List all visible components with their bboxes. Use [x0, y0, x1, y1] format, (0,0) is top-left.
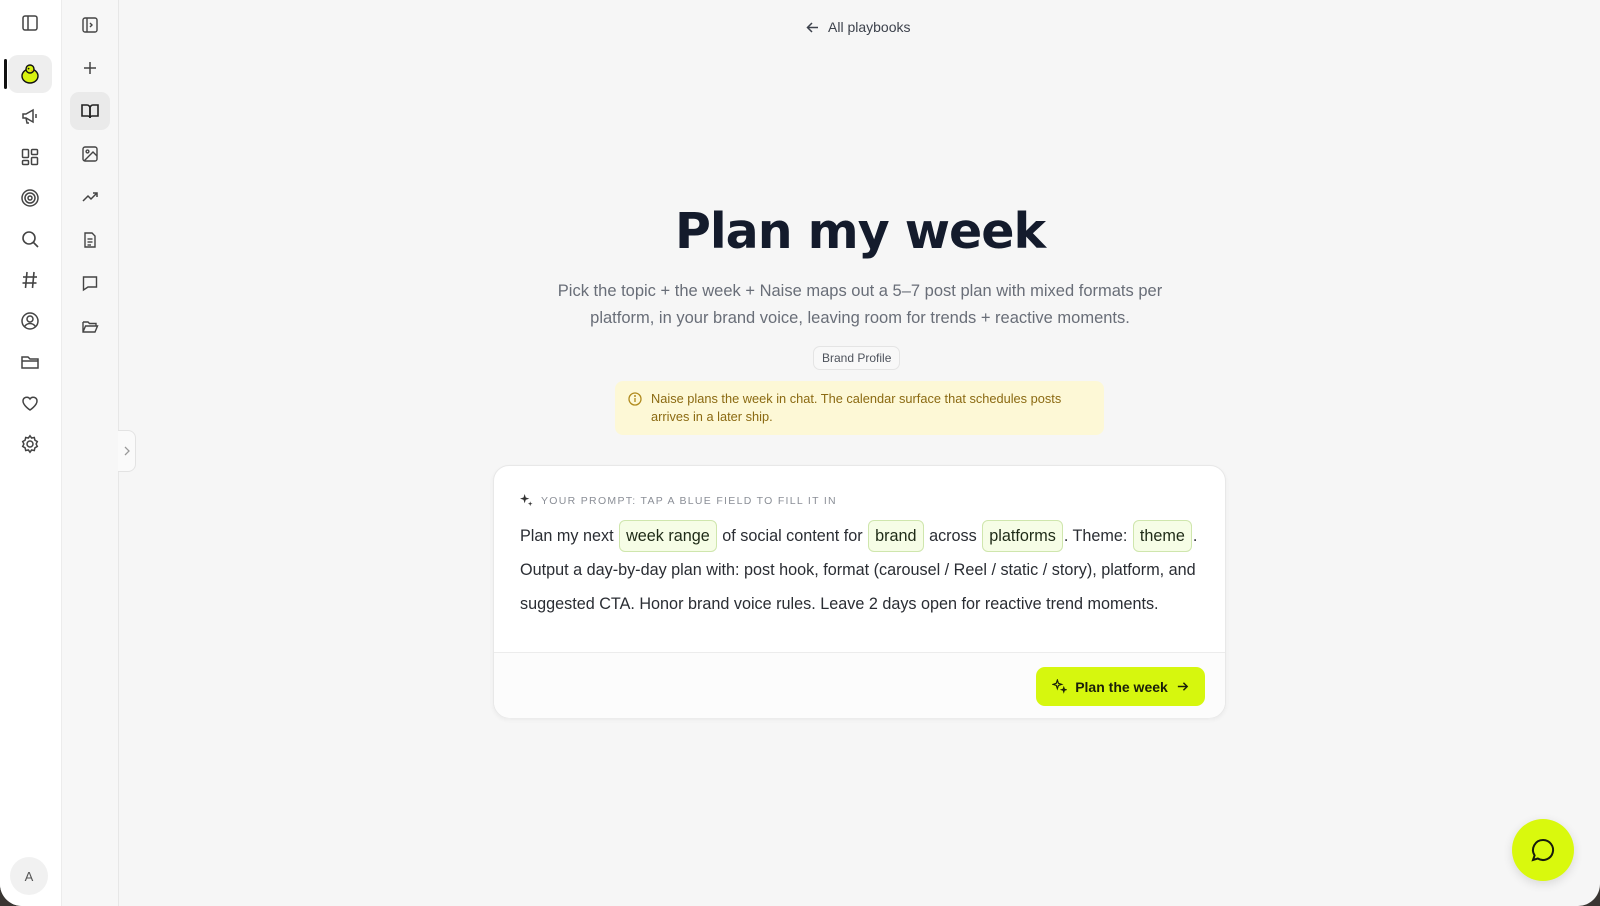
- primary-rail: A: [0, 0, 62, 906]
- book-icon[interactable]: [70, 92, 110, 130]
- divider: [494, 652, 1225, 653]
- back-link-label: All playbooks: [828, 19, 911, 35]
- panel-expand-icon[interactable]: [70, 6, 110, 44]
- avatar[interactable]: A: [10, 857, 48, 895]
- sidebar-toggle-icon[interactable]: [8, 4, 52, 42]
- prompt-label-text: YOUR PROMPT: TAP A BLUE FIELD TO FILL IT…: [541, 494, 837, 507]
- back-link[interactable]: All playbooks: [805, 19, 911, 35]
- prompt-label: YOUR PROMPT: TAP A BLUE FIELD TO FILL IT…: [520, 494, 837, 507]
- chat-fab[interactable]: [1512, 819, 1574, 881]
- page-title: Plan my week: [674, 203, 1046, 260]
- brand-profile-chip[interactable]: Brand Profile: [813, 346, 901, 370]
- plan-week-button[interactable]: Plan the week: [1036, 667, 1205, 706]
- prompt-segment: Plan my next: [520, 527, 614, 545]
- prompt-segment: of social content for: [722, 527, 863, 545]
- target-icon[interactable]: [8, 179, 52, 217]
- message-icon[interactable]: [70, 264, 110, 302]
- trending-icon[interactable]: [70, 178, 110, 216]
- week-range-field[interactable]: week range: [619, 520, 717, 552]
- arrow-right-icon: [1177, 682, 1188, 691]
- collapse-tab[interactable]: [118, 430, 136, 472]
- page-subtitle: Pick the topic + the week + Naise maps o…: [557, 282, 1163, 327]
- secondary-rail: [62, 0, 119, 906]
- heart-icon[interactable]: [8, 384, 52, 422]
- prompt-card: YOUR PROMPT: TAP A BLUE FIELD TO FILL IT…: [493, 465, 1226, 718]
- hashtag-icon[interactable]: [8, 261, 52, 299]
- plus-icon[interactable]: [70, 49, 110, 87]
- active-indicator: [4, 59, 7, 89]
- theme-field[interactable]: theme: [1132, 520, 1192, 552]
- platforms-field[interactable]: platforms: [982, 520, 1063, 552]
- brand-field[interactable]: brand: [868, 520, 924, 552]
- sparkle-icon: [520, 494, 533, 507]
- settings-icon[interactable]: [8, 425, 52, 463]
- plan-week-button-label: Plan the week: [1075, 678, 1168, 695]
- prompt-segment: . Theme:: [1063, 527, 1128, 545]
- info-notice: Naise plans the week in chat. The calend…: [615, 381, 1104, 435]
- prompt-segment: across: [929, 527, 977, 545]
- megaphone-icon[interactable]: [8, 97, 52, 135]
- prompt-text: Plan my next week range of social conten…: [520, 519, 1210, 621]
- app-window: A All playbooks Plan my week Pick the to…: [0, 0, 1600, 906]
- image-icon[interactable]: [70, 135, 110, 173]
- folder-icon[interactable]: [8, 343, 52, 381]
- folder-open-icon[interactable]: [70, 307, 110, 345]
- user-circle-icon[interactable]: [8, 302, 52, 340]
- arrow-left-icon: [806, 21, 818, 33]
- chat-bubble-icon: [1531, 838, 1555, 862]
- grid-icon[interactable]: [8, 138, 52, 176]
- sparkle-icon: [1052, 679, 1068, 694]
- notice-text: Naise plans the week in chat. The calend…: [651, 391, 1062, 424]
- document-icon[interactable]: [70, 221, 110, 259]
- search-icon[interactable]: [8, 220, 52, 258]
- info-icon: [628, 392, 642, 406]
- chick-logo-icon[interactable]: [8, 55, 52, 93]
